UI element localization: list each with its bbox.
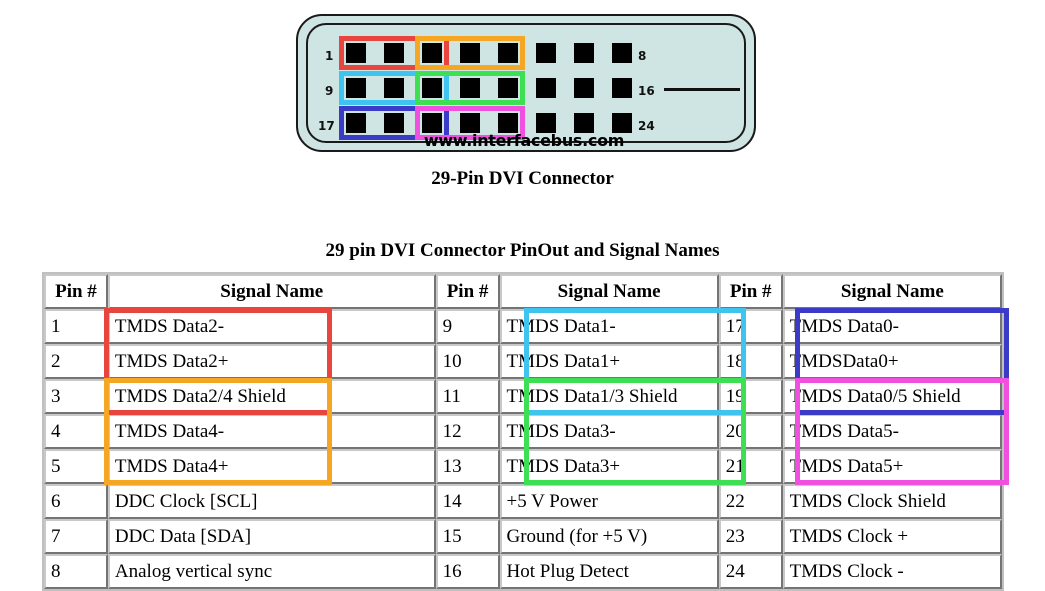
diagram-caption: 29-Pin DVI Connector <box>431 168 614 189</box>
signal-cell: TMDS Data2- <box>107 309 436 344</box>
connector-pin <box>612 43 632 63</box>
pin-cell: 20 <box>718 414 783 449</box>
pin-cell: 17 <box>718 309 783 344</box>
signal-cell: TMDS Data3- <box>499 414 719 449</box>
pin-cell: 11 <box>435 379 500 414</box>
table-row: 5 TMDS Data4+ 13 TMDS Data3+ 21 TMDS Data5+ <box>44 449 1002 484</box>
connector-pin <box>536 113 556 133</box>
signal-cell: TMDSData0+ <box>782 344 1002 379</box>
pin-cell: 4 <box>44 414 108 449</box>
signal-cell: TMDS Data3+ <box>499 449 719 484</box>
table-header-row: Pin # Signal Name Pin # Signal Name Pin … <box>44 274 1002 309</box>
connector-pin <box>612 78 632 98</box>
signal-cell: DDC Data [SDA] <box>107 519 436 554</box>
pin-row-label-left: 9 <box>325 84 334 98</box>
header-pin-1: Pin # <box>44 274 108 309</box>
pin-cell: 9 <box>435 309 500 344</box>
signal-cell: Analog vertical sync <box>107 554 436 589</box>
connector-pin <box>574 113 594 133</box>
pin-cell: 15 <box>435 519 500 554</box>
watermark-text: www.interfacebus.com <box>423 131 625 150</box>
table-row: 4 TMDS Data4- 12 TMDS Data3- 20 TMDS Data5- <box>44 414 1002 449</box>
pin-cell: 16 <box>435 554 500 589</box>
pinout-table-body: 1 TMDS Data2- 9 TMDS Data1- 17 TMDS Data0- 2 TM… <box>44 309 1002 589</box>
flat-blade-slot-icon <box>664 88 740 91</box>
pin-cell: 21 <box>718 449 783 484</box>
table-row: 6 DDC Clock [SCL] 14 +5 V Power 22 TMDS Clock… <box>44 484 1002 519</box>
pin-cell: 23 <box>718 519 783 554</box>
signal-cell: TMDS Data1/3 Shield <box>499 379 719 414</box>
header-pin-3: Pin # <box>718 274 783 309</box>
pin-row-label-left: 1 <box>325 49 334 63</box>
header-pin-2: Pin # <box>435 274 500 309</box>
pin-cell: 1 <box>44 309 108 344</box>
signal-cell: TMDS Clock Shield <box>782 484 1002 519</box>
connector-pin <box>574 78 594 98</box>
signal-cell: TMDS Data0/5 Shield <box>782 379 1002 414</box>
signal-cell: TMDS Data5+ <box>782 449 1002 484</box>
table-title: 29 pin DVI Connector PinOut and Signal N… <box>325 240 720 261</box>
dvi-connector-diagram: 1 9 17 8 16 24 www.interfacebus.com 29-Pin DV… <box>0 0 1045 200</box>
pin-cell: 19 <box>718 379 783 414</box>
pin-cell: 5 <box>44 449 108 484</box>
signal-cell: TMDS Clock - <box>782 554 1002 589</box>
table-row: 7 DDC Data [SDA] 15 Ground (for +5 V) 23 TMDS… <box>44 519 1002 554</box>
header-signal-3: Signal Name <box>782 274 1002 309</box>
signal-cell: DDC Clock [SCL] <box>107 484 436 519</box>
signal-cell: TMDS Data1- <box>499 309 719 344</box>
pin-cell: 14 <box>435 484 500 519</box>
pin-row-label-right: 16 <box>638 84 655 98</box>
signal-cell: TMDS Data2/4 Shield <box>107 379 436 414</box>
pin-cell: 12 <box>435 414 500 449</box>
pin-cell: 6 <box>44 484 108 519</box>
pin-cell: 24 <box>718 554 783 589</box>
signal-cell: +5 V Power <box>499 484 719 519</box>
pinout-table: Pin # Signal Name Pin # Signal Name Pin … <box>42 272 1004 591</box>
pin-cell: 10 <box>435 344 500 379</box>
tmds-data3-group <box>415 71 525 105</box>
table-row: 8 Analog vertical sync 16 Hot Plug Detect 24… <box>44 554 1002 589</box>
header-signal-1: Signal Name <box>107 274 436 309</box>
signal-cell: TMDS Clock + <box>782 519 1002 554</box>
table-row: 2 TMDS Data2+ 10 TMDS Data1+ 18 TMDSData0+ <box>44 344 1002 379</box>
table-row: 3 TMDS Data2/4 Shield 11 TMDS Data1/3 Shiel… <box>44 379 1002 414</box>
pin-cell: 8 <box>44 554 108 589</box>
pin-row-label-right: 8 <box>638 49 647 63</box>
signal-cell: TMDS Data1+ <box>499 344 719 379</box>
pin-cell: 22 <box>718 484 783 519</box>
table-row: 1 TMDS Data2- 9 TMDS Data1- 17 TMDS Data0- <box>44 309 1002 344</box>
connector-pin <box>536 78 556 98</box>
tmds-data4-group <box>415 36 525 70</box>
pin-cell: 7 <box>44 519 108 554</box>
signal-cell: TMDS Data2+ <box>107 344 436 379</box>
signal-cell: TMDS Data4- <box>107 414 436 449</box>
connector-pin <box>536 43 556 63</box>
pin-cell: 2 <box>44 344 108 379</box>
connector-pin <box>612 113 632 133</box>
signal-cell: TMDS Data0- <box>782 309 1002 344</box>
signal-cell: Ground (for +5 V) <box>499 519 719 554</box>
signal-cell: TMDS Data5- <box>782 414 1002 449</box>
signal-cell: Hot Plug Detect <box>499 554 719 589</box>
pin-cell: 18 <box>718 344 783 379</box>
connector-pin <box>574 43 594 63</box>
pin-cell: 13 <box>435 449 500 484</box>
header-signal-2: Signal Name <box>499 274 719 309</box>
signal-cell: TMDS Data4+ <box>107 449 436 484</box>
pin-cell: 3 <box>44 379 108 414</box>
